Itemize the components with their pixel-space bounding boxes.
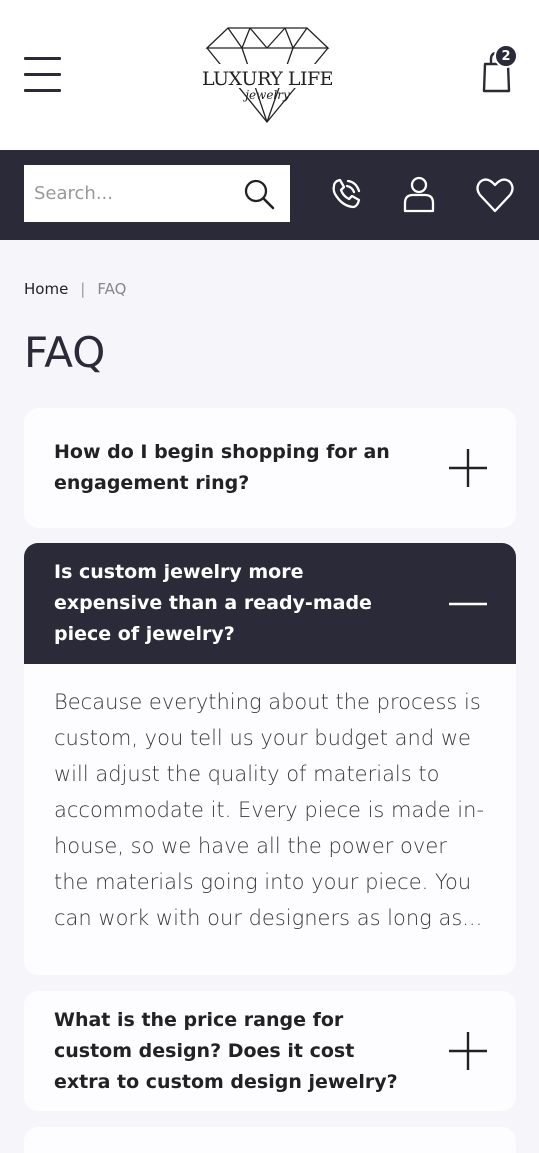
faq-question-text: Is custom jewelry more expensive than a …	[54, 561, 372, 645]
site-logo[interactable]: LUXURY LIFE jewelry	[200, 22, 340, 126]
heart-icon[interactable]	[474, 174, 516, 216]
plus-icon	[449, 449, 487, 487]
faq-answer-text: Because everything about the process is …	[54, 690, 485, 930]
site-header: LUXURY LIFE jewelry 2	[0, 0, 539, 150]
faq-question-text: What is the price range for custom desig…	[54, 1008, 398, 1093]
search-box	[24, 165, 290, 222]
faq-question-button[interactable]: What is the price range for custom desig…	[24, 991, 516, 1111]
faq-item: What is the price range for custom desig…	[24, 991, 516, 1111]
logo-text: LUXURY LIFE	[201, 68, 334, 90]
minus-icon	[449, 602, 487, 605]
faq-question-button[interactable]: How do I begin shopping for an engagemen…	[24, 408, 516, 528]
breadcrumb-current: FAQ	[97, 280, 127, 298]
faq-question-button[interactable]: Is custom jewelry more expensive than a …	[24, 543, 516, 664]
logo-script-text: jewelry	[245, 88, 290, 102]
cart-count-badge: 2	[494, 44, 518, 68]
search-icon[interactable]	[242, 177, 276, 211]
breadcrumb-separator: |	[80, 280, 86, 298]
breadcrumb-home-link[interactable]: Home	[24, 280, 68, 298]
menu-icon[interactable]	[24, 55, 62, 95]
search-bar	[0, 150, 539, 240]
faq-item-open: Is custom jewelry more expensive than a …	[24, 543, 516, 975]
faq-item-partial[interactable]	[24, 1127, 516, 1153]
page-title: FAQ	[24, 328, 106, 377]
faq-item: How do I begin shopping for an engagemen…	[24, 408, 516, 528]
breadcrumb: Home | FAQ	[24, 280, 126, 298]
faq-question-text: How do I begin shopping for an engagemen…	[54, 441, 390, 494]
user-icon[interactable]	[398, 174, 440, 216]
plus-icon	[449, 1032, 487, 1070]
cart-button[interactable]: 2	[478, 44, 522, 96]
search-input[interactable]	[34, 173, 239, 214]
phone-icon[interactable]	[326, 174, 368, 216]
